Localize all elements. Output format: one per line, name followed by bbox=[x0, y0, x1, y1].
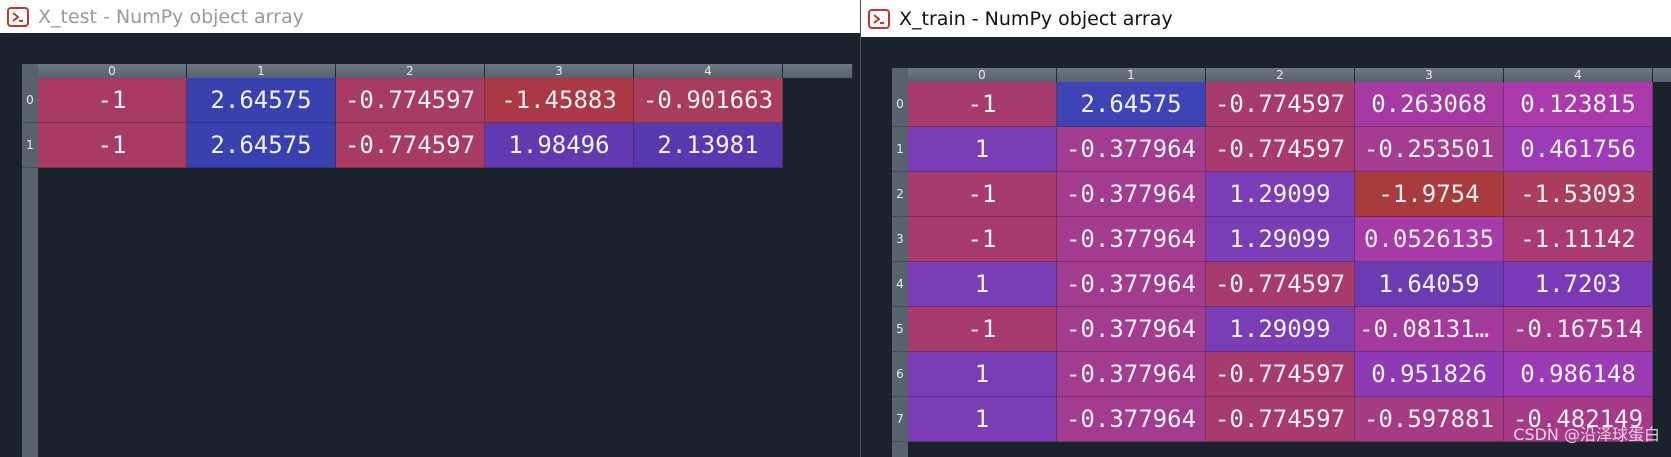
column-header[interactable]: 2 bbox=[1206, 68, 1355, 82]
array-cell[interactable]: -0.774597 bbox=[1206, 82, 1355, 127]
spyder-app-icon bbox=[7, 6, 29, 27]
column-header-row: 01234 bbox=[38, 64, 853, 78]
array-cell[interactable]: 1.7203 bbox=[1504, 262, 1653, 307]
array-cell[interactable]: -1 bbox=[908, 217, 1057, 262]
table-row: -1 2.64575 -0.774597 1.98496 2.13981 bbox=[38, 123, 783, 168]
table-row: -1 -0.377964 1.29099 -1.9754 -1.53093 bbox=[908, 172, 1653, 217]
array-cell[interactable]: -0.774597 bbox=[1206, 127, 1355, 172]
column-header-row: 01234 bbox=[908, 68, 1671, 82]
array-cell[interactable]: -0.597881 bbox=[1355, 397, 1504, 442]
row-header[interactable]: 1 bbox=[892, 127, 908, 172]
row-header-column: 01234567 bbox=[892, 82, 908, 457]
array-cell[interactable]: -0.774597 bbox=[1206, 262, 1355, 307]
array-cell[interactable]: 1.29099 bbox=[1206, 217, 1355, 262]
array-cell[interactable]: 0.123815 bbox=[1504, 82, 1653, 127]
column-header[interactable]: 0 bbox=[908, 68, 1057, 82]
array-cell[interactable]: -1 bbox=[908, 172, 1057, 217]
array-cell[interactable]: 0.0526135 bbox=[1355, 217, 1504, 262]
array-cell[interactable]: 0.951826 bbox=[1355, 352, 1504, 397]
table-row: 1 -0.377964 -0.774597 0.951826 0.986148 bbox=[908, 352, 1653, 397]
array-cell[interactable]: 0.461756 bbox=[1504, 127, 1653, 172]
array-cell[interactable]: 1 bbox=[908, 397, 1057, 442]
array-cell[interactable]: -0.377964 bbox=[1057, 262, 1206, 307]
watermark: CSDN @沿泽球蛋白 bbox=[1513, 425, 1660, 444]
array-cell[interactable]: -0.774597 bbox=[336, 123, 485, 168]
x-test-titlebar[interactable]: X_test - NumPy object array bbox=[0, 0, 860, 33]
row-header[interactable]: 0 bbox=[892, 82, 908, 127]
table-row: -1 2.64575 -0.774597 -1.45883 -0.901663 bbox=[38, 78, 783, 123]
row-header[interactable]: 2 bbox=[892, 172, 908, 217]
grid-corner bbox=[22, 64, 38, 78]
row-header[interactable]: 5 bbox=[892, 307, 908, 352]
array-cell[interactable]: -1 bbox=[38, 123, 187, 168]
column-header-filler bbox=[1653, 68, 1671, 82]
array-cell[interactable]: 1.29099 bbox=[1206, 307, 1355, 352]
column-header[interactable]: 1 bbox=[1057, 68, 1206, 82]
array-cell[interactable]: -0.253501 bbox=[1355, 127, 1504, 172]
column-header-filler bbox=[783, 64, 853, 78]
table-row: -1 -0.377964 1.29099 -0.08131… -0.167514 bbox=[908, 307, 1653, 352]
array-cell[interactable]: 2.64575 bbox=[187, 123, 336, 168]
array-cell[interactable]: 0.986148 bbox=[1504, 352, 1653, 397]
array-cell[interactable]: 2.13981 bbox=[634, 123, 783, 168]
row-header[interactable]: 0 bbox=[22, 78, 38, 123]
x-train-title: X_train - NumPy object array bbox=[899, 7, 1173, 30]
array-cell[interactable]: -1 bbox=[38, 78, 187, 123]
array-cell[interactable]: 1.29099 bbox=[1206, 172, 1355, 217]
column-header[interactable]: 0 bbox=[38, 64, 187, 78]
array-cell[interactable]: -0.167514 bbox=[1504, 307, 1653, 352]
array-cell[interactable]: 1.64059 bbox=[1355, 262, 1504, 307]
column-header[interactable]: 2 bbox=[336, 64, 485, 78]
array-cell[interactable]: -1.11142 bbox=[1504, 217, 1653, 262]
x-train-titlebar[interactable]: X_train - NumPy object array bbox=[861, 0, 1671, 37]
table-row: -1 -0.377964 1.29099 0.0526135 -1.11142 bbox=[908, 217, 1653, 262]
row-header[interactable]: 3 bbox=[892, 217, 908, 262]
array-cell[interactable]: 2.64575 bbox=[1057, 82, 1206, 127]
array-cell[interactable]: 1 bbox=[908, 352, 1057, 397]
x-test-title: X_test - NumPy object array bbox=[38, 5, 304, 28]
array-cell[interactable]: -0.774597 bbox=[1206, 397, 1355, 442]
table-row: 1 -0.377964 -0.774597 -0.253501 0.461756 bbox=[908, 127, 1653, 172]
x-test-window: X_test - NumPy object array 0 1 2 3 4 0 1 -1 2.6… bbox=[0, 0, 860, 457]
column-header[interactable]: 4 bbox=[634, 64, 783, 78]
table-row: 1 -0.377964 -0.774597 1.64059 1.7203 bbox=[908, 262, 1653, 307]
column-header[interactable]: 3 bbox=[485, 64, 634, 78]
column-header[interactable]: 4 bbox=[1504, 68, 1653, 82]
array-cell[interactable]: 1 bbox=[908, 262, 1057, 307]
row-header[interactable]: 7 bbox=[892, 397, 908, 442]
spyder-app-icon bbox=[868, 8, 890, 29]
column-header[interactable]: 1 bbox=[187, 64, 336, 78]
row-header-column: 01 bbox=[22, 78, 38, 457]
array-cell[interactable]: 1.98496 bbox=[485, 123, 634, 168]
array-cell[interactable]: -0.377964 bbox=[1057, 127, 1206, 172]
x-train-window: X_train - NumPy object array 01234012345… bbox=[860, 0, 1671, 457]
array-cell[interactable]: -1 bbox=[908, 82, 1057, 127]
array-cell[interactable]: -0.377964 bbox=[1057, 307, 1206, 352]
table-row: -1 2.64575 -0.774597 0.263068 0.123815 bbox=[908, 82, 1653, 127]
array-cell[interactable]: -0.774597 bbox=[336, 78, 485, 123]
row-header[interactable]: 6 bbox=[892, 352, 908, 397]
column-header[interactable]: 3 bbox=[1355, 68, 1504, 82]
array-cell[interactable]: -0.377964 bbox=[1057, 217, 1206, 262]
array-cell[interactable]: -1.53093 bbox=[1504, 172, 1653, 217]
array-cell[interactable]: -0.901663 bbox=[634, 78, 783, 123]
grid-corner bbox=[892, 68, 908, 82]
array-cell[interactable]: 0.263068 bbox=[1355, 82, 1504, 127]
array-cell[interactable]: -0.774597 bbox=[1206, 352, 1355, 397]
array-cell[interactable]: -1 bbox=[908, 307, 1057, 352]
array-cell[interactable]: -0.377964 bbox=[1057, 172, 1206, 217]
array-cell[interactable]: -0.377964 bbox=[1057, 352, 1206, 397]
array-cell[interactable]: 2.64575 bbox=[187, 78, 336, 123]
row-header[interactable]: 1 bbox=[22, 123, 38, 168]
array-cell[interactable]: -0.377964 bbox=[1057, 397, 1206, 442]
array-cell[interactable]: -1.9754 bbox=[1355, 172, 1504, 217]
array-cell[interactable]: -0.08131… bbox=[1355, 307, 1504, 352]
array-cell[interactable]: 1 bbox=[908, 127, 1057, 172]
row-header[interactable]: 4 bbox=[892, 262, 908, 307]
array-cell[interactable]: -1.45883 bbox=[485, 78, 634, 123]
